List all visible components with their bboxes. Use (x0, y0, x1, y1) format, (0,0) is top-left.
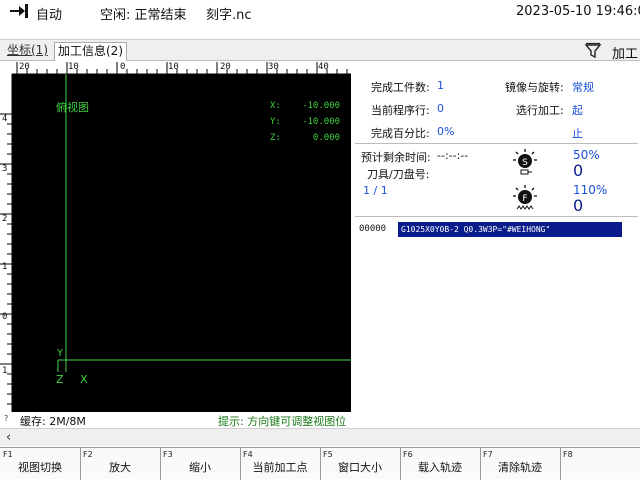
divider-line-2 (355, 216, 638, 217)
fkey-f4-button[interactable]: F4 当前加工点 (240, 448, 321, 480)
ruler-left-label: 0 (2, 312, 8, 322)
funnel-icon[interactable] (584, 42, 602, 60)
spindle-speed: 0 (573, 161, 584, 180)
tab-coordinates[interactable]: 坐标(1) (4, 42, 51, 61)
fkey-f5-button[interactable]: F5 窗口大小 (320, 448, 401, 480)
ruler-left-label: 1 (2, 366, 8, 376)
horizontal-scrollbar[interactable]: ‹ (0, 428, 640, 446)
percent-value: 0% (437, 125, 455, 138)
svg-text:F: F (522, 194, 527, 204)
fkey-f6-button[interactable]: F6 载入轨迹 (400, 448, 481, 480)
tab-bar: 坐标(1) 加工信息(2) 加工 (0, 39, 640, 62)
done-count-label: 完成工件数: (371, 81, 430, 94)
ruler-top-label: 20 (220, 62, 231, 72)
feed-override: 110% (573, 183, 608, 197)
mode-arrow-icon (8, 3, 30, 19)
datetime: 2023-05-10 19:46:04 (516, 4, 640, 19)
scroll-left-icon[interactable]: ‹ (6, 430, 11, 445)
function-key-bar: F1 视图切换 F2 放大 F3 缩小 F4 当前加工点 F5 窗口大小 F6 载入轨迹 F… (0, 447, 640, 480)
axis-x-label: X (80, 373, 88, 386)
svg-text:S: S (522, 158, 528, 168)
mirror-label: 镜像与旋转: (505, 81, 564, 94)
ruler-top-label: 10 (168, 62, 179, 72)
percent-label: 完成百分比: (371, 127, 430, 140)
mirror-value[interactable]: 常规 (572, 79, 594, 95)
ruler-left-label: 3 (2, 164, 8, 174)
ruler-left-label: 4 (2, 114, 8, 124)
fkey-f8-button[interactable]: F8 (560, 448, 640, 480)
coord-x-row: X: -10.000 (270, 101, 340, 111)
cache-usage: 缓存: 2M/8M (20, 415, 86, 428)
remain-time-label: 预计剩余时间: (361, 151, 431, 164)
program-line-current[interactable]: G1025X0Y0B-2 Q0.3W3P="#WEIHONG" (398, 222, 622, 237)
run-start-value[interactable]: 起 (572, 102, 583, 118)
mode-label: 自动 (36, 8, 63, 23)
ruler-top-label: 10 (68, 62, 79, 72)
tab-processing-info[interactable]: 加工信息(2) (54, 42, 127, 61)
spindle-override: 50% (573, 148, 600, 162)
done-count-value: 1 (437, 79, 444, 92)
processing-info-panel: 完成工件数: 1 当前程序行: 0 完成百分比: 0% 镜像与旋转: 常规 选行… (351, 62, 640, 428)
coord-y-row: Y: -10.000 (270, 117, 340, 127)
fkey-f7-button[interactable]: F7 清除轨迹 (480, 448, 561, 480)
coordinate-readout: X: -10.000 Y: -10.000 Z: 0.000 (270, 98, 340, 146)
ruler-top-label: 40 (318, 62, 329, 72)
file-name: 刻字.nc (206, 8, 252, 23)
machine-state: 空闲: 正常结束 (100, 8, 187, 23)
ruler-top-label: 30 (268, 62, 279, 72)
viewport-status-bar: ? 缓存: 2M/8M 提示: 方向键可调整视图位置。 (0, 412, 351, 444)
ruler-corner-glyph: ? (4, 414, 9, 423)
feed-speed: 0 (573, 196, 584, 215)
ruler-top-label: 0 (120, 62, 126, 72)
run-selection-label: 选行加工: (516, 104, 564, 117)
view-name: 俯视图 (56, 101, 89, 114)
fkey-f2-button[interactable]: F2 放大 (80, 448, 161, 480)
program-line-number: 00000 (359, 224, 387, 234)
tool-label: 刀具/刀盘号: (367, 168, 430, 181)
fkey-f1-button[interactable]: F1 视图切换 (0, 448, 81, 480)
feed-icon: F (511, 184, 539, 214)
current-line-label: 当前程序行: (371, 104, 430, 117)
ruler-left-label: 2 (2, 214, 8, 224)
axis-y-label: Y (57, 348, 64, 359)
spindle-icon: S (511, 148, 539, 176)
coord-z-row: Z: 0.000 (270, 133, 340, 143)
run-end-value[interactable]: 止 (572, 125, 583, 141)
fkey-f3-button[interactable]: F3 缩小 (160, 448, 241, 480)
divider-line (355, 143, 638, 144)
toolpath-viewport[interactable]: 20 10 0 10 20 30 40 432101 俯视图 X: -10.000 Y: -10… (0, 62, 351, 412)
remain-time-value: --:--:-- (437, 149, 469, 162)
ruler-left-label: 1 (2, 262, 8, 272)
tool-value: 1 / 1 (363, 184, 388, 197)
top-status-bar: 自动 空闲: 正常结束 刻字.nc 2023-05-10 19:46:04 (0, 0, 640, 24)
ruler-top-label: 20 (19, 62, 30, 72)
axis-z-label: Z (56, 373, 64, 386)
current-line-value: 0 (437, 102, 444, 115)
right-tab-label[interactable]: 加工 (612, 43, 638, 62)
